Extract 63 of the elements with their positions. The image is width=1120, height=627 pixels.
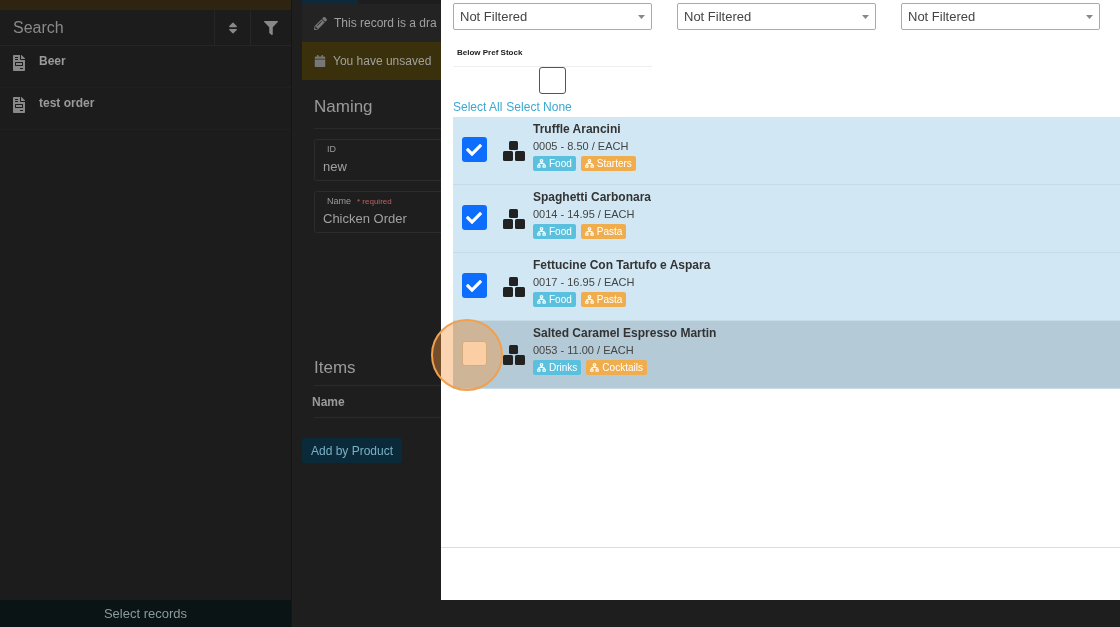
product-details: 0017 - 16.95 / EACH <box>533 275 636 290</box>
dropdown-arrow-icon <box>638 14 645 19</box>
add-by-product-button[interactable]: Add by Product <box>302 438 403 463</box>
notice-banner: You have unsaved <box>302 42 441 80</box>
hierarchy-icon <box>537 363 546 372</box>
calendar-icon <box>314 55 326 67</box>
filter-dropdown[interactable]: Not Filtered <box>901 3 1100 30</box>
product-details: 0005 - 8.50 / EACH <box>533 139 630 154</box>
product-name: Truffle Arancini <box>533 121 622 137</box>
check-icon <box>466 277 482 294</box>
record-item[interactable]: Beer <box>0 46 291 88</box>
boxes-icon <box>503 345 525 365</box>
boxes-icon <box>503 141 525 161</box>
section-title: Items <box>314 356 357 379</box>
boxes-icon <box>503 209 525 229</box>
filter-dropdown[interactable]: Not Filtered <box>453 3 652 30</box>
hierarchy-icon <box>537 159 546 168</box>
product-row[interactable]: Fettucine Con Tartufo e Aspara 0017 - 16.95 / EACH Food Pasta <box>453 253 1120 321</box>
category-tag: Food <box>533 156 576 171</box>
checkbox[interactable] <box>461 273 487 298</box>
product-name: Salted Caramel Espresso Martin <box>533 325 717 341</box>
product-name: Spaghetti Carbonara <box>533 189 652 205</box>
hierarchy-icon <box>584 159 594 168</box>
hierarchy-icon <box>590 363 600 372</box>
document-icon <box>12 97 26 113</box>
select-records-button[interactable]: Select records <box>0 600 291 627</box>
category-tag: Cocktails <box>586 360 647 375</box>
checkbox[interactable] <box>539 67 566 94</box>
checkbox[interactable] <box>461 341 487 366</box>
product-details: 0053 - 11.00 / EACH <box>533 343 635 358</box>
filter-icon <box>264 20 278 35</box>
product-row[interactable]: Truffle Arancini 0005 - 8.50 / EACH Food Starters <box>453 117 1120 185</box>
checkbox[interactable] <box>461 137 487 162</box>
column-header: Name <box>312 394 346 411</box>
search-field[interactable]: Search <box>0 10 215 45</box>
section-title: Naming <box>314 96 374 118</box>
category-tag: Food <box>533 292 576 307</box>
category-tag: Pasta <box>580 292 627 307</box>
sort-icon <box>226 20 239 35</box>
check-icon <box>466 209 482 226</box>
record-item[interactable]: test order <box>0 88 291 130</box>
product-row[interactable]: Spaghetti Carbonara 0014 - 14.95 / EACH Food Pasta <box>453 185 1120 253</box>
pencil-icon <box>314 16 327 30</box>
hierarchy-icon <box>584 227 594 236</box>
hierarchy-icon <box>537 295 546 304</box>
category-tag: Starters <box>580 156 636 171</box>
document-icon <box>12 55 26 71</box>
check-icon <box>466 141 482 158</box>
dropdown-arrow-icon <box>862 14 869 19</box>
product-details: 0014 - 14.95 / EACH <box>533 207 636 222</box>
product-row[interactable]: Salted Caramel Espresso Martin 0053 - 11.00 / EACH Drinks Cocktails <box>453 321 1120 389</box>
category-tag: Drinks <box>533 360 582 375</box>
boxes-icon <box>503 277 525 297</box>
hierarchy-icon <box>584 295 594 304</box>
notice-banner: This record is a dra <box>302 4 441 42</box>
category-tag: Food <box>533 224 576 239</box>
product-name: Fettucine Con Tartufo e Aspara <box>533 257 711 273</box>
filter-label: Below Pref Stock <box>457 47 524 59</box>
hierarchy-icon <box>537 227 546 236</box>
category-tag: Pasta <box>580 224 627 239</box>
dropdown-arrow-icon <box>1086 14 1093 19</box>
filter-dropdown[interactable]: Not Filtered <box>677 3 876 30</box>
checkbox[interactable] <box>461 205 487 230</box>
